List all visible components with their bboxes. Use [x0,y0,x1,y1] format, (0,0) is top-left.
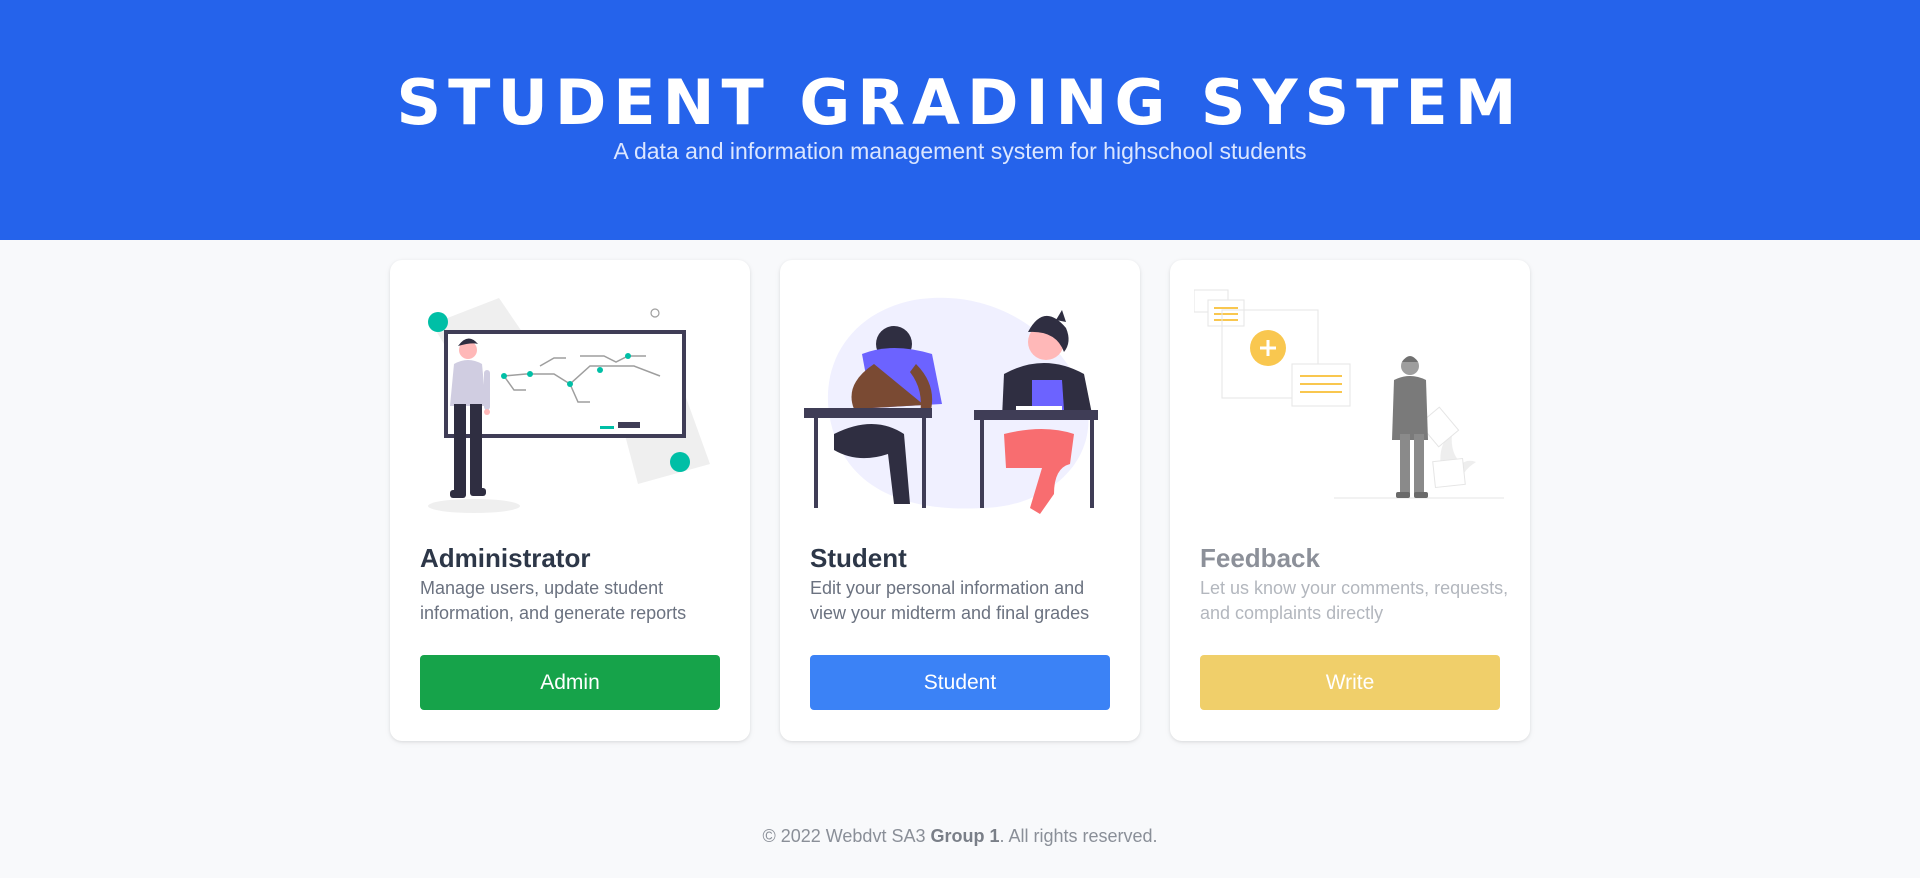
card-description: Edit your personal information and view … [810,578,1090,623]
rights-text: . All rights reserved. [999,826,1158,846]
copyright-text: © 2022 Webdvt SA3 [762,826,931,846]
write-feedback-button[interactable]: Write [1200,655,1500,710]
footer: © 2022 Webdvt SA3 Group 1. All rights re… [0,826,1920,847]
administrator-card: Administrator Manage users, update stude… [390,260,750,741]
group-name: Group 1 [930,826,1000,846]
card-title: Feedback [1200,543,1320,573]
card-title: Student [810,543,907,573]
hero-banner: STUDENT GRADING SYSTEM A data and inform… [0,0,1920,240]
page-title: STUDENT GRADING SYSTEM [396,66,1524,139]
admin-button[interactable]: Admin [420,655,720,710]
students-at-desks-illustration [804,297,1098,514]
role-cards: Administrator Manage users, update stude… [390,260,1530,741]
feedback-documents-illustration [1194,289,1504,499]
feedback-card: Feedback Let us know your comments, requ… [1170,260,1530,741]
card-description: Manage users, update student information… [420,578,687,623]
card-description: Let us know your comments, requests, and… [1200,578,1509,623]
teacher-whiteboard-illustration [428,298,710,513]
card-title: Administrator [420,543,591,573]
student-button[interactable]: Student [810,655,1110,710]
student-card: Student Edit your personal information a… [780,260,1140,741]
page-subtitle: A data and information management system… [613,138,1307,164]
